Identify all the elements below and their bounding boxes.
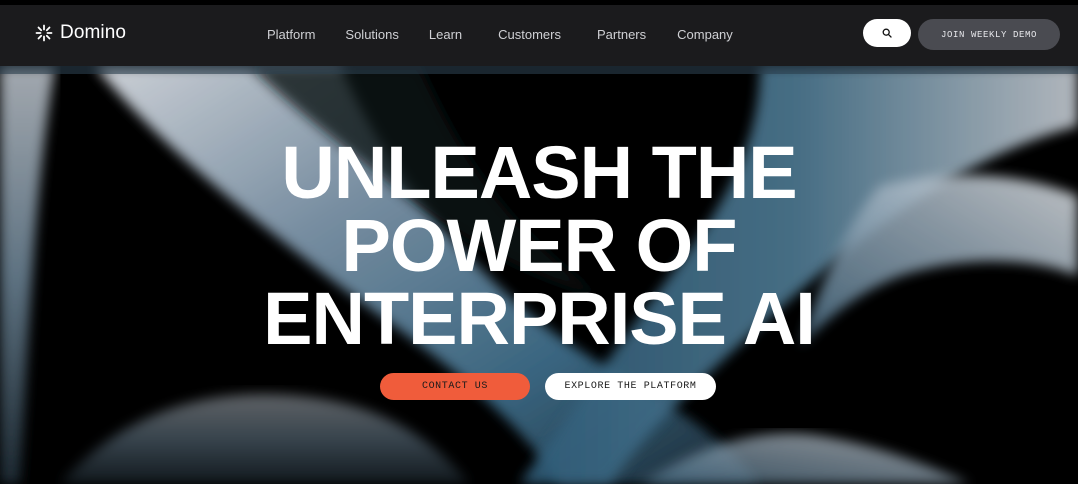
nav-item-learn[interactable]: Learn	[429, 27, 462, 42]
join-weekly-demo-button[interactable]: JOIN WEEKLY DEMO	[918, 19, 1060, 50]
search-icon	[882, 28, 892, 38]
search-button[interactable]	[863, 19, 911, 47]
domino-logo-icon	[35, 24, 53, 42]
contact-us-button[interactable]: CONTACT US	[380, 373, 530, 400]
explore-platform-button[interactable]: EXPLORE THE PLATFORM	[545, 373, 716, 400]
brand-logo[interactable]: Domino	[34, 22, 126, 44]
hero-title: UNLEASH THE POWER OF ENTERPRISE AI	[0, 131, 1078, 360]
nav-item-platform[interactable]: Platform	[267, 27, 315, 42]
page: Domino Platform Solutions Learn Customer…	[0, 0, 1078, 484]
nav-item-company[interactable]: Company	[677, 27, 733, 42]
nav-item-customers[interactable]: Customers	[498, 27, 561, 42]
main-nav: Platform Solutions Learn Customers Partn…	[252, 27, 733, 42]
hero-title-line-1: UNLEASH THE	[281, 131, 797, 214]
hero-title-line-3: ENTERPRISE AI	[263, 277, 816, 360]
brand-name: Domino	[60, 22, 127, 43]
nav-item-partners[interactable]: Partners	[597, 27, 646, 42]
top-navbar: Domino Platform Solutions Learn Customer…	[0, 0, 1078, 66]
hero-title-line-2: POWER OF	[341, 204, 738, 287]
hero-section: UNLEASH THE POWER OF ENTERPRISE AI CONTA…	[0, 66, 1078, 484]
nav-item-solutions[interactable]: Solutions	[345, 27, 398, 42]
